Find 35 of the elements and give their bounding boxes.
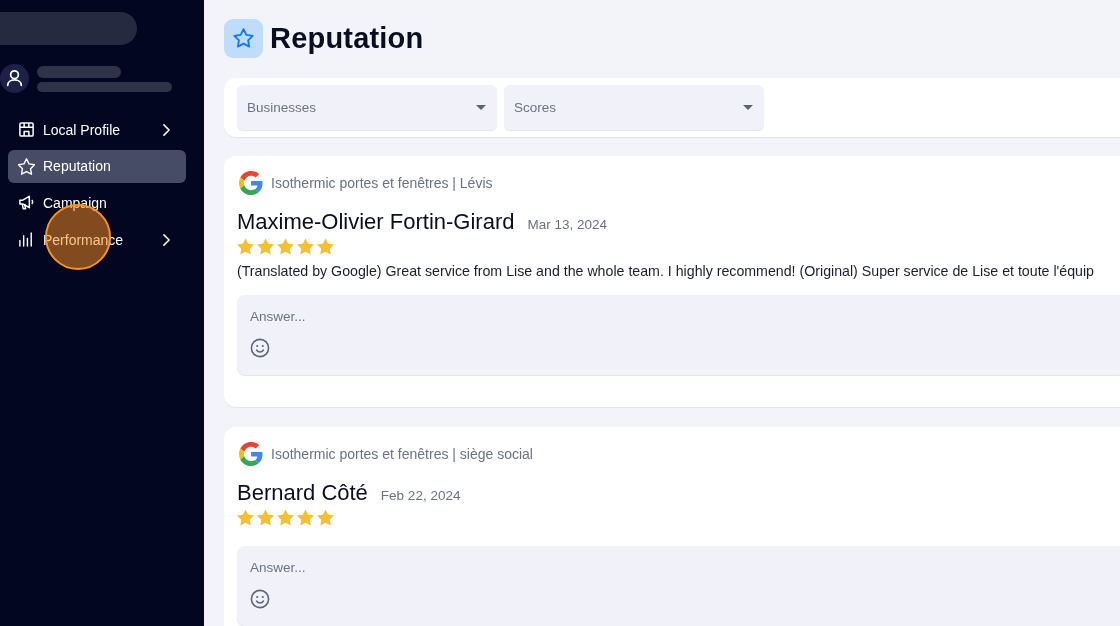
star-icon: [297, 237, 314, 255]
star-icon: [257, 237, 274, 255]
filter-dropdown[interactable]: Businesses: [237, 85, 497, 130]
star-icon: [317, 237, 334, 255]
nav-item[interactable]: Reputation: [8, 149, 186, 183]
storefront-icon: [18, 121, 35, 138]
star-icon: [257, 508, 274, 526]
megaphone-icon: [18, 194, 35, 212]
answer-field[interactable]: Answer...: [237, 546, 1120, 626]
answer-field[interactable]: Answer...: [237, 295, 1120, 375]
star-icon: [317, 508, 334, 526]
star-icon: [18, 157, 35, 175]
star-icon: [237, 237, 254, 255]
author-name: Maxime-Olivier Fortin-Girard: [237, 209, 515, 235]
star-icon: [297, 508, 314, 526]
review-date: Mar 13, 2024: [527, 217, 608, 232]
review-text: (Translated by Google) Great service from Lise and the whole team. I highly recommend! (Original) Super service de Lise et toute l'équip: [237, 262, 1095, 280]
review-date: Feb 22, 2024: [380, 488, 461, 503]
star-icon: [277, 237, 294, 255]
star-icon: [277, 508, 294, 526]
emoji-icon[interactable]: [250, 338, 270, 358]
bar-chart-icon: [18, 231, 35, 249]
g-logo-icon: [239, 171, 263, 195]
avatar-icon: [0, 64, 29, 93]
business-name: Isothermic portes et fenêtres | siège social: [271, 446, 533, 462]
emoji-icon[interactable]: [250, 589, 270, 609]
business-name: Isothermic portes et fenêtres | Lévis: [271, 175, 493, 191]
nav-item[interactable]: Local Profile: [8, 113, 186, 146]
author-name: Bernard Côté: [237, 480, 368, 506]
caret-icon: [743, 105, 753, 110]
filter-dropdown[interactable]: Scores: [504, 85, 764, 130]
g-logo-icon: [239, 442, 263, 466]
caret-icon: [476, 105, 486, 110]
star-icon: [237, 508, 254, 526]
page-title: Reputation: [270, 22, 424, 55]
